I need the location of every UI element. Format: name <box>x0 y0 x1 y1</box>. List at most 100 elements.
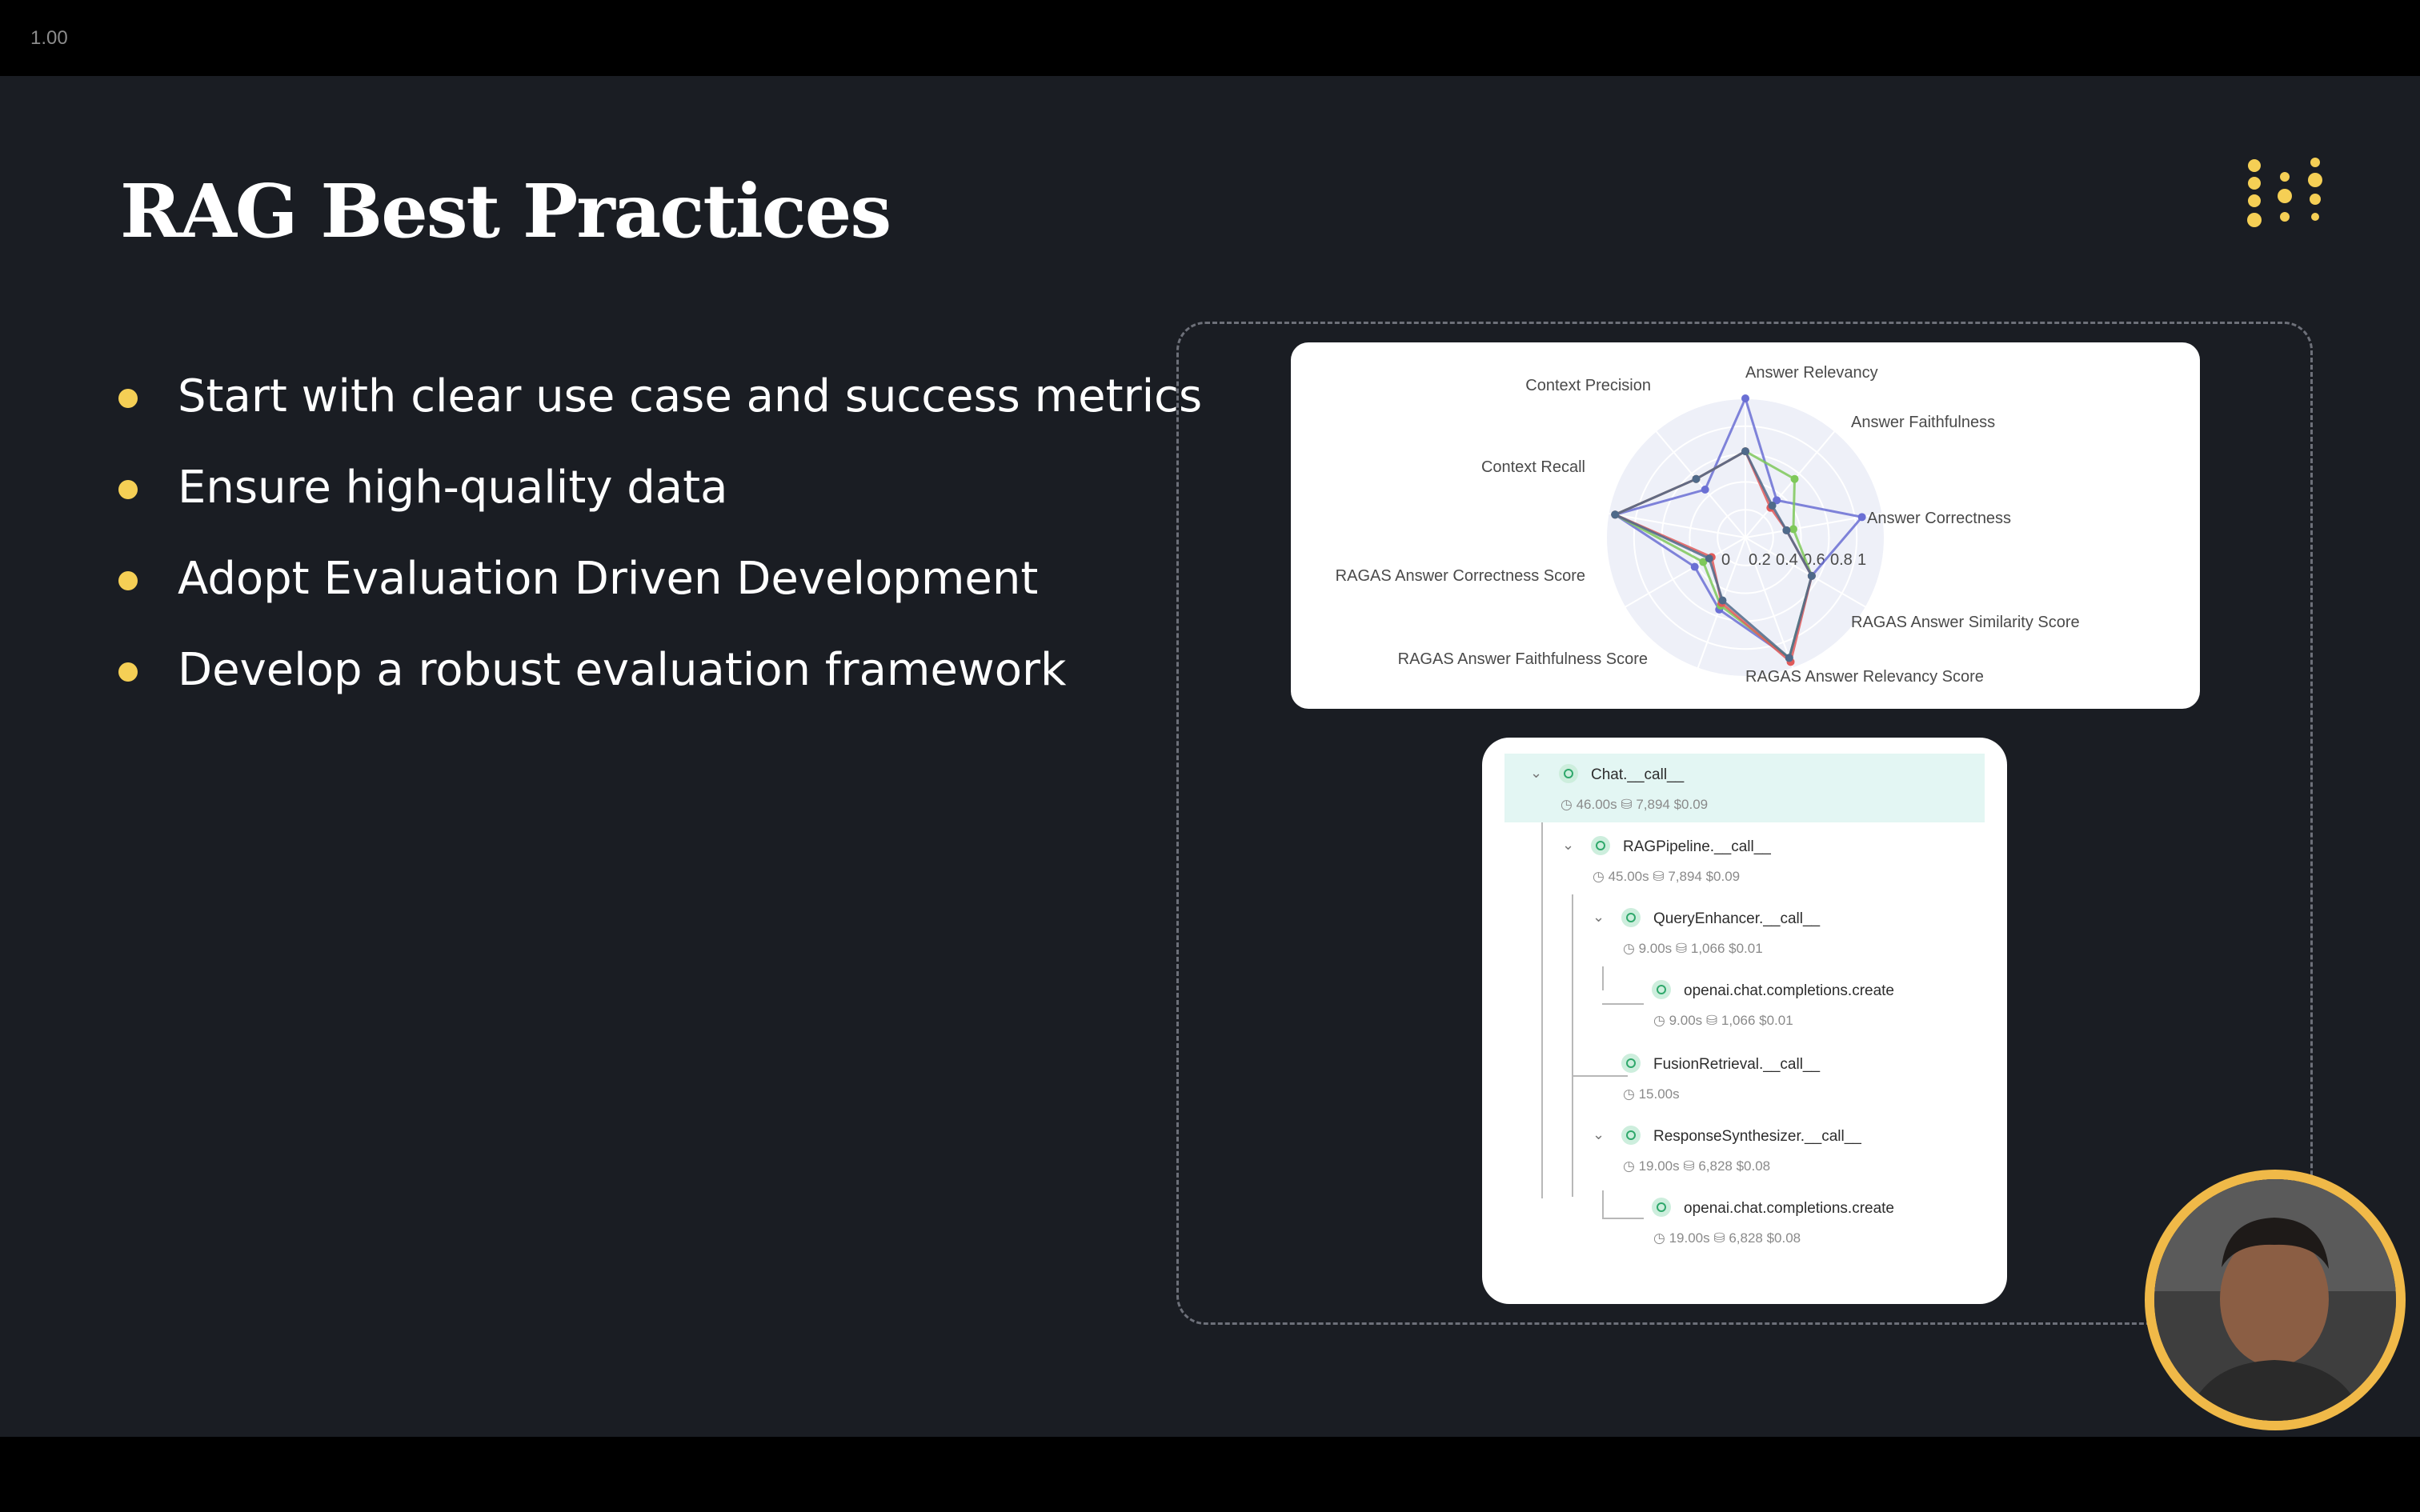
radar-axis-label: Context Precision <box>1525 377 1651 394</box>
database-icon: ⛁ <box>1672 941 1691 956</box>
bullet-dot-icon <box>118 480 138 499</box>
bullet-item: Ensure high-quality data <box>112 450 1202 541</box>
radar-tick-label: 0 <box>1721 551 1730 569</box>
database-icon: ⛁ <box>1709 1230 1729 1246</box>
tree-connector <box>1602 1218 1644 1219</box>
status-ok-icon <box>1559 764 1578 783</box>
presenter-video <box>2154 1179 2396 1421</box>
radar-axis-label: Answer Relevancy <box>1745 364 1878 382</box>
radar-point <box>1701 486 1709 494</box>
trace-span-metrics: ◷ 9.00s ⛁ 1,066 $0.01 <box>1623 941 1763 957</box>
trace-span-name: openai.chat.completions.create <box>1684 982 1894 999</box>
radar-point <box>1789 525 1797 534</box>
bullet-dot-icon <box>118 662 138 682</box>
trace-duration: 45.00s <box>1608 869 1649 884</box>
clock-icon: ◷ <box>1653 1230 1669 1246</box>
radar-axis-label: RAGAS Answer Relevancy Score <box>1745 668 1984 686</box>
presenter-webcam <box>2145 1170 2406 1430</box>
radar-point <box>1857 513 1866 522</box>
trace-duration: 19.00s <box>1638 1158 1680 1174</box>
bullet-list: Start with clear use case and success me… <box>112 358 1202 723</box>
trace-duration: 19.00s <box>1669 1230 1710 1246</box>
trace-tree-card: ⌄ Chat.__call__ ◷ 46.00s ⛁ 7,894 $0.09 ⌄ RAG… <box>1482 738 2007 1304</box>
bullet-item: Develop a robust evaluation framework <box>112 632 1202 723</box>
radar-tick-label: 1 <box>1857 551 1866 569</box>
trace-duration: 15.00s <box>1638 1086 1680 1102</box>
bullet-dot-icon <box>118 389 138 408</box>
trace-span-metrics: ◷ 46.00s ⛁ 7,894 $0.09 <box>1561 797 1708 813</box>
tree-connector <box>1602 966 1604 990</box>
radar-point <box>1790 474 1799 483</box>
status-ok-icon <box>1652 1198 1671 1217</box>
logo-dots-icon <box>2247 158 2322 227</box>
tree-connector <box>1541 822 1543 1198</box>
database-icon: ⛁ <box>1679 1158 1699 1174</box>
radar-point <box>1741 447 1749 456</box>
clock-icon: ◷ <box>1623 1158 1639 1174</box>
clock-icon: ◷ <box>1623 941 1639 956</box>
radar-axis-label: RAGAS Answer Correctness Score <box>1336 567 1585 585</box>
radar-point <box>1768 502 1777 510</box>
status-ok-icon <box>1621 1054 1641 1073</box>
radar-axis-label: Answer Faithfulness <box>1851 414 1995 431</box>
trace-span-metrics: ◷ 45.00s ⛁ 7,894 $0.09 <box>1593 869 1740 885</box>
clock-icon: ◷ <box>1561 797 1577 812</box>
radar-point <box>1692 474 1701 483</box>
radar-point <box>1611 510 1620 519</box>
trace-span-name: RAGPipeline.__call__ <box>1623 838 1771 855</box>
clock-icon: ◷ <box>1623 1086 1639 1102</box>
radar-point <box>1741 394 1749 402</box>
chevron-down-icon[interactable]: ⌄ <box>1593 909 1605 926</box>
trace-tokens: 7,894 <box>1668 869 1702 884</box>
bottom-bar <box>0 1437 2420 1512</box>
trace-duration: 46.00s <box>1576 797 1617 812</box>
trace-tokens: 6,828 <box>1729 1230 1763 1246</box>
trace-span-name: Chat.__call__ <box>1591 766 1685 783</box>
chevron-down-icon[interactable]: ⌄ <box>1562 837 1574 854</box>
trace-cost: $0.08 <box>1766 1230 1801 1246</box>
radar-chart: 0 0.2 0.4 0.6 0.8 1Answer RelevancyAnswer Fai… <box>1336 364 2080 686</box>
trace-cost: $0.09 <box>1673 797 1709 812</box>
top-bar: 1.00 <box>0 0 2420 76</box>
tree-connector <box>1572 894 1573 1197</box>
trace-span-name: ResponseSynthesizer.__call__ <box>1653 1128 1861 1145</box>
radar-chart-card: 0 0.2 0.4 0.6 0.8 1 Answer Relevancy Answer Fai… <box>1291 342 2200 709</box>
bullet-item: Adopt Evaluation Driven Development <box>112 541 1202 632</box>
database-icon: ⛁ <box>1649 869 1669 884</box>
bullet-dot-icon <box>118 571 138 590</box>
trace-cost: $0.09 <box>1705 869 1741 884</box>
trace-cost: $0.08 <box>1736 1158 1771 1174</box>
status-ok-icon <box>1591 836 1610 855</box>
database-icon: ⛁ <box>1702 1013 1721 1028</box>
chevron-down-icon[interactable]: ⌄ <box>1530 765 1542 782</box>
radar-point <box>1705 554 1713 563</box>
trace-cost: $0.01 <box>1729 941 1763 956</box>
radar-axis-label: Context Recall <box>1481 458 1585 476</box>
radar-tick-label: 0.2 <box>1749 551 1771 569</box>
radar-point <box>1785 654 1793 662</box>
radar-axis-label: RAGAS Answer Faithfulness Score <box>1398 650 1648 668</box>
radar-point <box>1807 571 1816 580</box>
trace-span-metrics: ◷ 15.00s <box>1623 1086 1680 1102</box>
clock-icon: ◷ <box>1653 1013 1669 1028</box>
trace-span-metrics: ◷ 19.00s ⛁ 6,828 $0.08 <box>1653 1230 1801 1246</box>
trace-tokens: 1,066 <box>1690 941 1725 956</box>
bullet-item: Start with clear use case and success me… <box>112 358 1202 450</box>
radar-point <box>1782 526 1791 534</box>
chevron-down-icon[interactable]: ⌄ <box>1593 1126 1605 1143</box>
trace-cost: $0.01 <box>1759 1013 1793 1028</box>
radar-axis-label: Answer Correctness <box>1867 510 2011 527</box>
trace-tokens: 1,066 <box>1721 1013 1756 1028</box>
tree-connector <box>1602 1190 1604 1219</box>
trace-duration: 9.00s <box>1669 1013 1703 1028</box>
trace-span-metrics: ◷ 9.00s ⛁ 1,066 $0.01 <box>1653 1013 1793 1029</box>
radar-point <box>1690 562 1699 571</box>
trace-tokens: 6,828 <box>1698 1158 1733 1174</box>
database-icon: ⛁ <box>1617 797 1637 812</box>
tree-connector <box>1602 1003 1644 1005</box>
zoom-level[interactable]: 1.00 <box>30 27 68 50</box>
trace-duration: 9.00s <box>1638 941 1673 956</box>
slide-title: RAG Best Practices <box>120 168 891 254</box>
trace-span-metrics: ◷ 19.00s ⛁ 6,828 $0.08 <box>1623 1158 1770 1174</box>
trace-span-name: QueryEnhancer.__call__ <box>1653 910 1821 927</box>
